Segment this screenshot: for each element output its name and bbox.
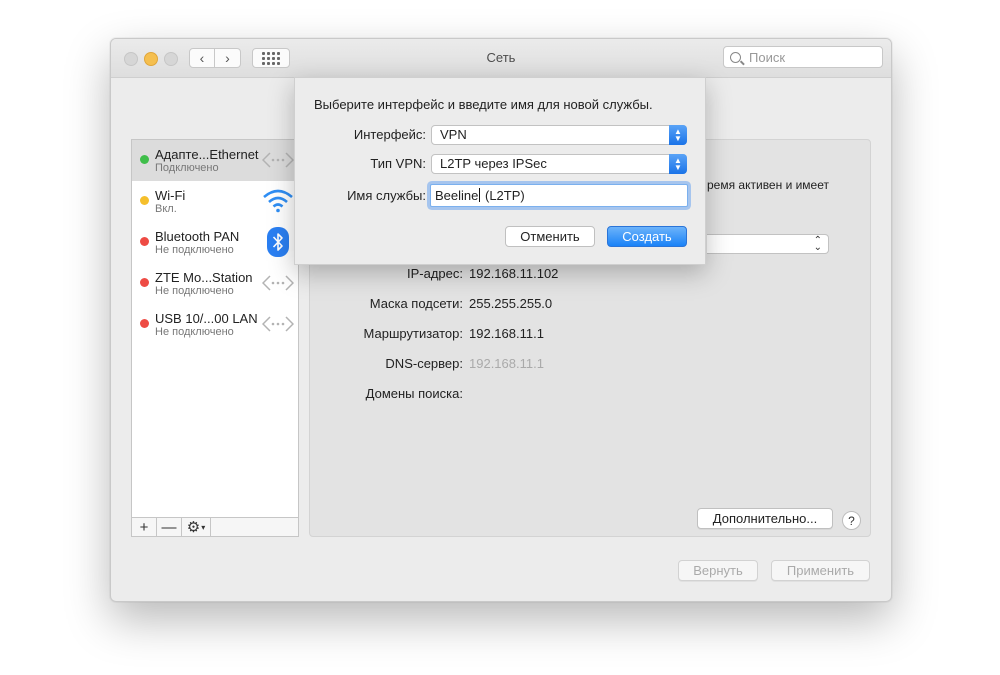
title-bar: ‹ › Сеть Поиск <box>111 39 891 78</box>
service-status: Не подключено <box>155 285 234 297</box>
service-item-usb-lan[interactable]: USB 10/...00 LAN Не подключено <box>132 304 298 345</box>
chevron-down-icon: ▾ <box>201 522 206 532</box>
interface-popup[interactable]: VPN ▲ ▼ <box>431 125 687 145</box>
gear-icon: ⚙ <box>186 519 201 536</box>
add-service-button[interactable]: + <box>132 518 157 536</box>
service-name-text-suffix: (L2TP) <box>481 188 525 203</box>
status-dot-red <box>140 319 149 328</box>
vpn-type-label: Тип VPN: <box>370 156 426 171</box>
help-button[interactable]: ? <box>842 511 861 530</box>
service-status: Подключено <box>155 162 219 174</box>
vpn-type-value: L2TP через IPSec <box>440 156 547 171</box>
interface-label: Интерфейс: <box>353 127 426 142</box>
search-placeholder: Поиск <box>749 49 786 65</box>
subnet-mask-value: 255.255.255.0 <box>469 296 553 311</box>
status-dot-red <box>140 278 149 287</box>
service-name-label: Имя службы: <box>347 188 426 203</box>
service-status: Вкл. <box>155 203 177 215</box>
configure-popup[interactable]: ⌃ ⌄ <box>707 234 829 254</box>
dns-server-value: 192.168.11.1 <box>469 356 544 371</box>
service-name-text: Beeline <box>435 188 479 203</box>
service-list-toolbar: + — ⚙ ▾ <box>131 517 299 537</box>
service-status: Не подключено <box>155 326 234 338</box>
wifi-icon <box>262 186 294 216</box>
sheet-prompt: Выберите интерфейс и введите имя для нов… <box>314 97 653 112</box>
service-name: Bluetooth PAN <box>155 229 240 244</box>
bluetooth-icon <box>262 227 294 257</box>
status-dot-green <box>140 155 149 164</box>
create-button[interactable]: Создать <box>607 226 687 247</box>
service-name: Адапте...Ethernet <box>155 147 259 162</box>
service-name: USB 10/...00 LAN <box>155 311 258 326</box>
status-dot-red <box>140 237 149 246</box>
ethernet-icon <box>262 268 294 298</box>
cancel-button[interactable]: Отменить <box>505 226 595 247</box>
ethernet-icon <box>262 145 294 175</box>
apply-button[interactable]: Применить <box>771 560 870 581</box>
status-description: ремя активен и имеет <box>707 178 829 192</box>
service-name-input[interactable]: Beeline (L2TP) <box>430 184 688 207</box>
service-name: ZTE Mo...Station <box>155 270 253 285</box>
search-icon <box>730 51 741 63</box>
service-status: Не подключено <box>155 244 234 256</box>
advanced-button[interactable]: Дополнительно... <box>697 508 833 529</box>
new-service-sheet: Выберите интерфейс и введите имя для нов… <box>294 77 706 265</box>
service-item-ethernet[interactable]: Адапте...Ethernet Подключено <box>132 140 298 181</box>
service-list: Адапте...Ethernet Подключено Wi-Fi Вкл. … <box>131 139 299 537</box>
updown-arrows-icon: ▲ ▼ <box>669 125 687 145</box>
router-value: 192.168.11.1 <box>469 326 544 341</box>
revert-button[interactable]: Вернуть <box>678 560 758 581</box>
search-field[interactable]: Поиск <box>723 46 883 68</box>
service-item-zte[interactable]: ZTE Mo...Station Не подключено <box>132 263 298 304</box>
ip-address-label: IP-адрес: <box>407 266 463 281</box>
search-domains-label: Домены поиска: <box>365 386 463 401</box>
updown-chevron-icon: ⌃ ⌄ <box>813 235 822 253</box>
interface-value: VPN <box>440 127 467 142</box>
updown-arrows-icon: ▲ ▼ <box>669 154 687 174</box>
dns-server-label: DNS-сервер: <box>385 356 463 371</box>
ip-address-value: 192.168.11.102 <box>469 266 559 281</box>
subnet-mask-label: Маска подсети: <box>369 296 463 311</box>
status-dot-yellow <box>140 196 149 205</box>
service-name: Wi-Fi <box>155 188 186 203</box>
service-item-bluetooth-pan[interactable]: Bluetooth PAN Не подключено <box>132 222 298 263</box>
ethernet-icon <box>262 309 294 339</box>
remove-service-button[interactable]: — <box>157 518 182 536</box>
router-label: Маршрутизатор: <box>363 326 463 341</box>
vpn-type-popup[interactable]: L2TP через IPSec ▲ ▼ <box>431 154 687 174</box>
gear-menu-button[interactable]: ⚙ ▾ <box>182 518 211 536</box>
service-item-wifi[interactable]: Wi-Fi Вкл. <box>132 181 298 222</box>
